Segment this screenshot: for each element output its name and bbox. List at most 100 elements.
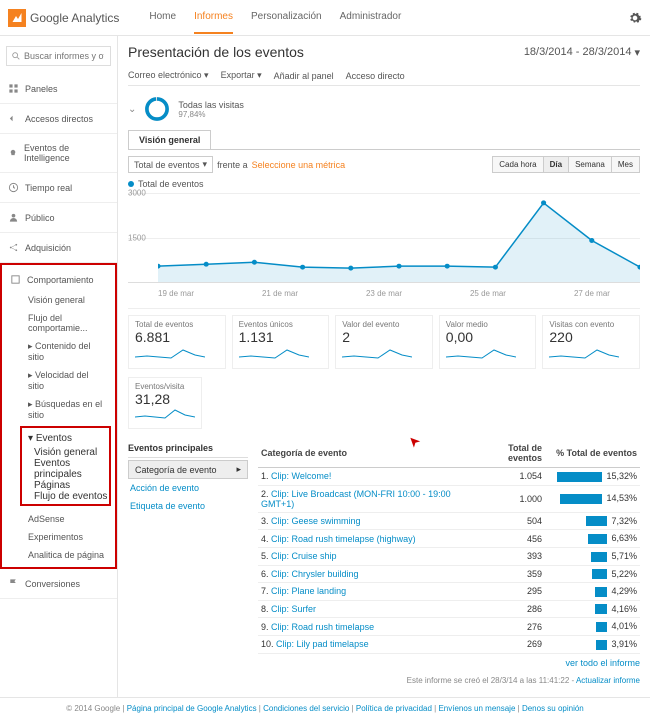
table-row: 7. Clip: Plane landing2954,29% — [258, 583, 640, 601]
metric-value: 1.131 — [239, 329, 323, 345]
th-pct[interactable]: % Total de eventos — [545, 439, 640, 468]
metric-card[interactable]: Total de eventos6.881 — [128, 315, 226, 369]
metric-value: 31,28 — [135, 391, 195, 407]
event-link[interactable]: Clip: Geese swimming — [271, 516, 361, 526]
date-range-picker[interactable]: 18/3/2014 - 28/3/2014 ▾ — [524, 46, 640, 59]
timegran-cada hora[interactable]: Cada hora — [493, 157, 542, 172]
cell-pct: 3,91% — [545, 636, 640, 654]
subnav-item[interactable]: ▸ Velocidad del sitio — [20, 366, 115, 395]
search-input[interactable] — [24, 51, 104, 61]
toolbar-correo-electrónico[interactable]: Correo electrónico ▾ — [128, 70, 209, 81]
top-nav: Home Informes Personalización Administrador — [149, 1, 401, 34]
search-box[interactable] — [6, 46, 111, 66]
ga-logo-icon — [8, 9, 26, 27]
nav-accesos-directos[interactable]: Accesos directos — [0, 107, 117, 130]
metric-selector[interactable]: Total de eventos ▾ — [128, 156, 213, 173]
subnav-item[interactable]: Flujo de eventos — [34, 491, 109, 502]
nav-eventos[interactable]: ▾ Eventos — [22, 430, 109, 447]
timegran-mes[interactable]: Mes — [611, 157, 639, 172]
toolbar-añadir-al-panel[interactable]: Añadir al panel — [274, 70, 334, 81]
subnav-item[interactable]: Páginas — [34, 480, 109, 491]
nav-label: Conversiones — [25, 579, 80, 589]
timegran-semana[interactable]: Semana — [568, 157, 611, 172]
logo-text: Google Analytics — [30, 11, 119, 25]
nav-eventos-de-intelligence[interactable]: Eventos de Intelligence — [0, 137, 117, 169]
event-link[interactable]: Clip: Plane landing — [271, 586, 346, 596]
toolbar-acceso-directo[interactable]: Acceso directo — [346, 70, 405, 81]
subnav-item[interactable]: Visión general — [20, 291, 115, 309]
footer-link[interactable]: Política de privacidad — [356, 704, 432, 713]
subnav-item[interactable]: Flujo del comportamie... — [20, 309, 115, 337]
refresh-link[interactable]: Actualizar informe — [576, 676, 640, 685]
metric-card[interactable]: Visitas con evento220 — [542, 315, 640, 369]
metric-value: 2 — [342, 329, 426, 345]
sparkline — [342, 347, 412, 361]
category-selector[interactable]: Categoría de evento▸ — [128, 460, 248, 479]
chevron-right-icon: ▸ — [236, 464, 241, 475]
footer-link[interactable]: Página principal de Google Analytics — [127, 704, 257, 713]
pick-metric-link[interactable]: Seleccione una métrica — [252, 160, 346, 170]
event-link[interactable]: Clip: Road rush timelapse — [271, 622, 374, 632]
event-link[interactable]: Clip: Welcome! — [271, 471, 331, 481]
footer-link[interactable]: Condiciones del servicio — [263, 704, 349, 713]
gear-icon[interactable] — [628, 11, 642, 25]
toolbar-exportar[interactable]: Exportar ▾ — [221, 70, 262, 81]
nav-label: Comportamiento — [27, 275, 94, 285]
nav-paneles[interactable]: Paneles — [0, 77, 117, 100]
y-tick: 3000 — [128, 189, 146, 198]
subnav-item[interactable]: Visión general — [34, 447, 109, 458]
tab-vision-general[interactable]: Visión general — [128, 130, 211, 149]
topnav-informes[interactable]: Informes — [194, 1, 233, 34]
metric-card[interactable]: Valor medio0,00 — [439, 315, 537, 369]
bulb-icon — [8, 148, 18, 159]
event-link[interactable]: Clip: Road rush timelapse (highway) — [271, 534, 416, 544]
nav-público[interactable]: Público — [0, 206, 117, 229]
topnav-administrador[interactable]: Administrador — [340, 1, 402, 34]
footer-link[interactable]: Denos su opinión — [522, 704, 584, 713]
cell-total: 1.054 — [472, 468, 545, 486]
metric-card[interactable]: Valor del evento2 — [335, 315, 433, 369]
th-category[interactable]: Categoría de evento — [258, 439, 472, 468]
event-link[interactable]: Clip: Cruise ship — [271, 551, 337, 561]
visits-pct: 97,84% — [178, 110, 244, 119]
metric-value: 220 — [549, 329, 633, 345]
dimension-link[interactable]: Acción de evento — [128, 479, 248, 497]
nav-tiempo-real[interactable]: Tiempo real — [0, 176, 117, 199]
see-all-link[interactable]: ver todo el informe — [258, 654, 640, 672]
nav-comportamiento[interactable]: Comportamiento — [2, 268, 115, 291]
topnav-personalización[interactable]: Personalización — [251, 1, 322, 34]
event-link[interactable]: Clip: Surfer — [271, 604, 316, 614]
main-chart[interactable]: 3000 1500 — [128, 193, 640, 283]
cell-pct: 4,01% — [545, 618, 640, 636]
subnav-item[interactable]: ▸ Contenido del sitio — [20, 337, 115, 366]
collapse-icon[interactable]: ⌄ — [128, 104, 136, 115]
x-label: 25 de mar — [470, 289, 506, 298]
event-link[interactable]: Clip: Live Broadcast (MON-FRI 10:00 - 19… — [261, 489, 451, 509]
subnav-item[interactable]: Analitica de página — [20, 546, 115, 564]
metric-label: Eventos/visita — [135, 382, 195, 391]
subnav-item[interactable]: AdSense — [20, 510, 115, 528]
legend-dot-icon — [128, 181, 134, 187]
topnav-home[interactable]: Home — [149, 1, 176, 34]
subnav-item[interactable]: Eventos principales — [34, 458, 109, 480]
cell-total: 359 — [472, 565, 545, 583]
th-total[interactable]: Total de eventos — [472, 439, 545, 468]
nav-conversiones[interactable]: Conversiones — [0, 572, 117, 595]
event-link[interactable]: Clip: Chrysler building — [271, 569, 359, 579]
subnav-item[interactable]: ▸ Búsquedas en el sitio — [20, 395, 115, 424]
vs-label: frente a — [217, 160, 248, 170]
dimension-link[interactable]: Etiqueta de evento — [128, 497, 248, 515]
cell-total: 269 — [472, 636, 545, 654]
logo[interactable]: Google Analytics — [8, 9, 119, 27]
timegran-día[interactable]: Día — [543, 157, 568, 172]
footer-link[interactable]: Envíenos un mensaje — [438, 704, 515, 713]
nav-adquisición[interactable]: Adquisición — [0, 236, 117, 259]
toolbar: Correo electrónico ▾ Exportar ▾ Añadir al … — [128, 66, 640, 86]
event-link[interactable]: Clip: Lily pad timelapse — [276, 639, 369, 649]
sparkline — [549, 347, 619, 361]
subnav-item[interactable]: Experimentos — [20, 528, 115, 546]
y-tick: 1500 — [128, 233, 146, 242]
chevron-down-icon: ▾ — [634, 46, 640, 59]
cell-pct: 7,32% — [545, 512, 640, 530]
metric-card[interactable]: Eventos únicos1.131 — [232, 315, 330, 369]
